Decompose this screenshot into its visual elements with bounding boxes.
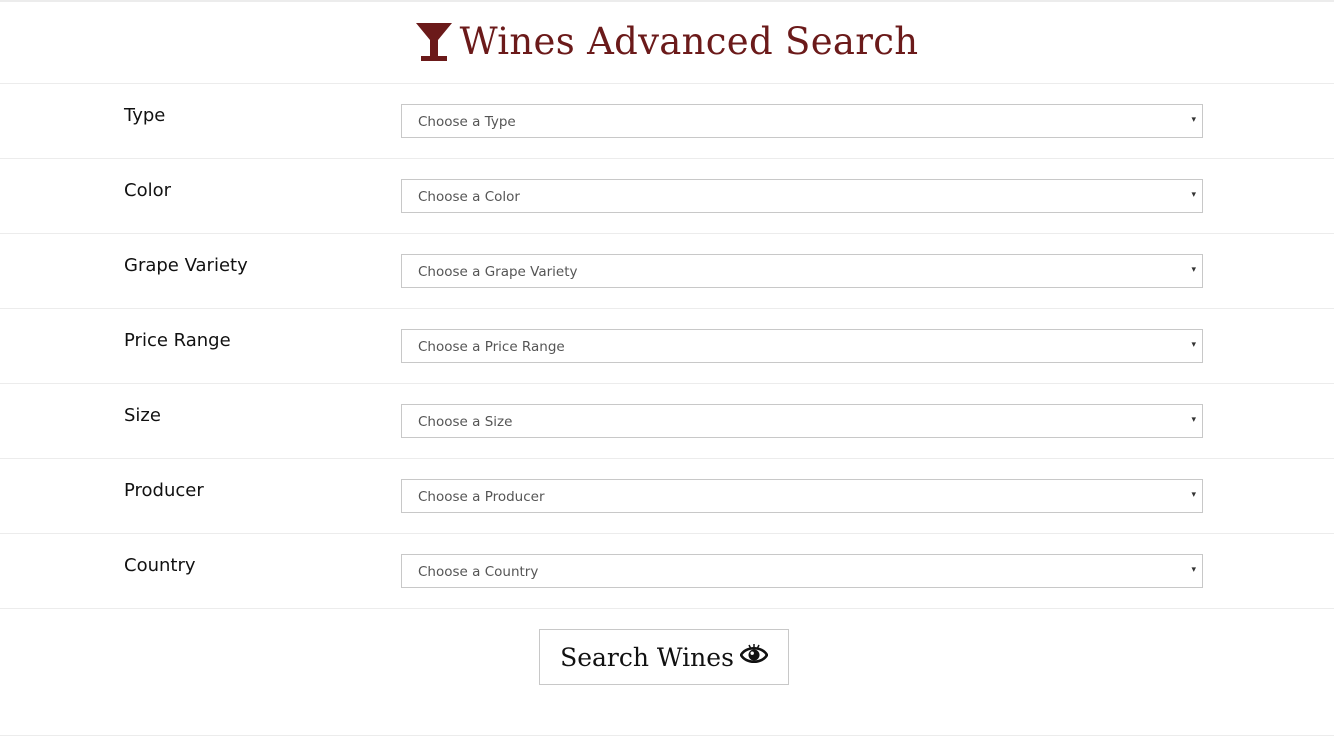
page-header: Wines Advanced Search [0,2,1334,84]
size-select[interactable]: Choose a Size ▾ [401,404,1203,438]
chevron-down-icon: ▾ [1191,115,1196,125]
size-label: Size [124,405,161,426]
grape-variety-select[interactable]: Choose a Grape Variety ▾ [401,254,1203,288]
form-row-size: Size Choose a Size ▾ [0,384,1334,459]
type-select-value: Choose a Type [418,114,516,130]
country-label: Country [124,555,196,576]
color-label: Color [124,180,171,201]
page-title: Wines Advanced Search [459,20,919,63]
country-select-value: Choose a Country [418,564,539,580]
header-title-group: Wines Advanced Search [415,20,919,63]
color-select[interactable]: Choose a Color ▾ [401,179,1203,213]
producer-label: Producer [124,480,204,501]
price-range-label: Price Range [124,330,231,351]
country-select[interactable]: Choose a Country ▾ [401,554,1203,588]
type-label: Type [124,105,166,126]
footer-divider [0,735,1334,736]
form-row-type: Type Choose a Type ▾ [0,84,1334,159]
chevron-down-icon: ▾ [1191,265,1196,275]
producer-select-value: Choose a Producer [418,489,545,505]
grape-variety-label: Grape Variety [124,255,248,276]
price-range-select[interactable]: Choose a Price Range ▾ [401,329,1203,363]
chevron-down-icon: ▾ [1191,190,1196,200]
producer-select[interactable]: Choose a Producer ▾ [401,479,1203,513]
chevron-down-icon: ▾ [1191,565,1196,575]
wine-glass-icon [415,22,452,61]
button-area: Search Wines [0,609,1334,736]
chevron-down-icon: ▾ [1191,340,1196,350]
form-row-producer: Producer Choose a Producer ▾ [0,459,1334,534]
chevron-down-icon: ▾ [1191,415,1196,425]
search-wines-label: Search Wines [560,642,734,672]
price-range-select-value: Choose a Price Range [418,339,565,355]
form-row-color: Color Choose a Color ▾ [0,159,1334,234]
type-select[interactable]: Choose a Type ▾ [401,104,1203,138]
form-row-country: Country Choose a Country ▾ [0,534,1334,609]
color-select-value: Choose a Color [418,189,520,205]
form-row-price-range: Price Range Choose a Price Range ▾ [0,309,1334,384]
search-wines-button[interactable]: Search Wines [539,629,789,685]
grape-variety-select-value: Choose a Grape Variety [418,264,578,280]
chevron-down-icon: ▾ [1191,490,1196,500]
size-select-value: Choose a Size [418,414,513,430]
eye-icon [739,644,768,664]
search-form: Type Choose a Type ▾ Color Choose a Colo… [0,84,1334,736]
form-row-grape-variety: Grape Variety Choose a Grape Variety ▾ [0,234,1334,309]
